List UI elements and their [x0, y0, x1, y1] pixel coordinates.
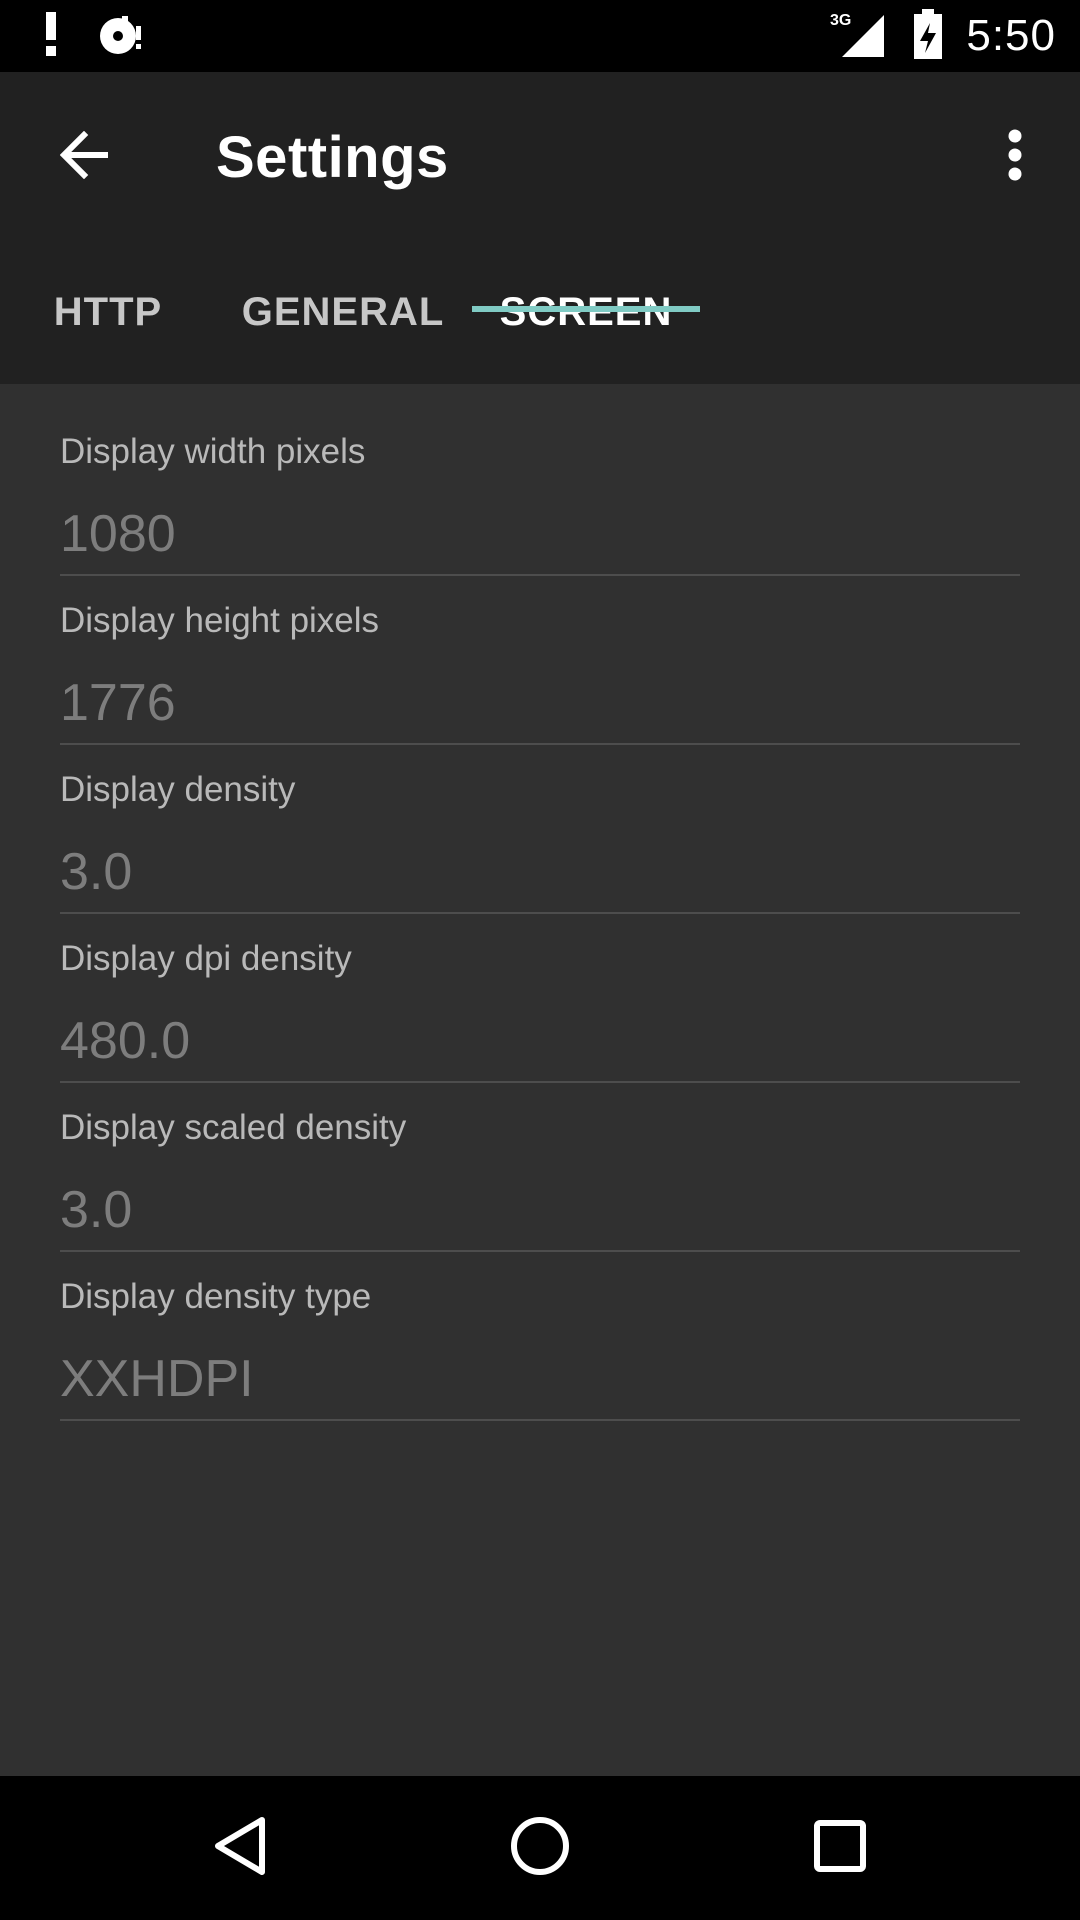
field-value[interactable]: XXHDPI — [60, 1349, 254, 1409]
back-button[interactable] — [40, 112, 130, 202]
nav-home-icon — [510, 1816, 570, 1881]
navigation-bar — [0, 1776, 1080, 1920]
display-scaled-density-field: Display scaled density 3.0 — [60, 1060, 1020, 1252]
field-label: Display height pixels — [60, 601, 380, 640]
field-label: Display density — [60, 770, 296, 809]
tab-indicator — [472, 306, 700, 312]
display-width-field: Display width pixels 1080 — [60, 384, 1020, 576]
display-density-type-field: Display density type XXHDPI — [60, 1229, 1020, 1421]
arrow-back-icon — [59, 130, 110, 184]
display-height-field: Display height pixels 1776 — [60, 553, 1020, 745]
display-dpi-density-field: Display dpi density 480.0 — [60, 891, 1020, 1083]
tab-screen[interactable]: SCREEN — [472, 240, 700, 384]
field-underline — [60, 1419, 1020, 1421]
tab-bar: HTTP GENERAL SCREEN — [0, 240, 1080, 384]
media-icon — [98, 12, 144, 61]
status-bar: 3G 5:50 — [0, 0, 1080, 72]
more-options-button[interactable] — [980, 112, 1050, 202]
nav-recents-icon — [813, 1819, 867, 1878]
nav-recents-button[interactable] — [790, 1798, 890, 1898]
field-label: Display scaled density — [60, 1108, 407, 1147]
alert-icon — [44, 11, 58, 61]
nav-back-button[interactable] — [190, 1798, 290, 1898]
tab-general[interactable]: GENERAL — [232, 240, 454, 384]
page-title: Settings — [216, 125, 449, 190]
more-vert-icon — [1007, 129, 1023, 186]
field-label: Display density type — [60, 1277, 372, 1316]
nav-home-button[interactable] — [490, 1798, 590, 1898]
signal-icon: 3G — [830, 9, 890, 64]
battery-charging-icon — [912, 8, 944, 64]
display-density-field: Display density 3.0 — [60, 722, 1020, 914]
nav-back-icon — [212, 1816, 268, 1881]
field-label: Display width pixels — [60, 432, 366, 471]
tab-http[interactable]: HTTP — [30, 240, 186, 384]
status-time: 5:50 — [966, 11, 1056, 60]
field-label: Display dpi density — [60, 939, 352, 978]
network-type-label: 3G — [830, 12, 851, 29]
screen-settings-list: Display width pixels 1080 Display height… — [0, 384, 1080, 1776]
